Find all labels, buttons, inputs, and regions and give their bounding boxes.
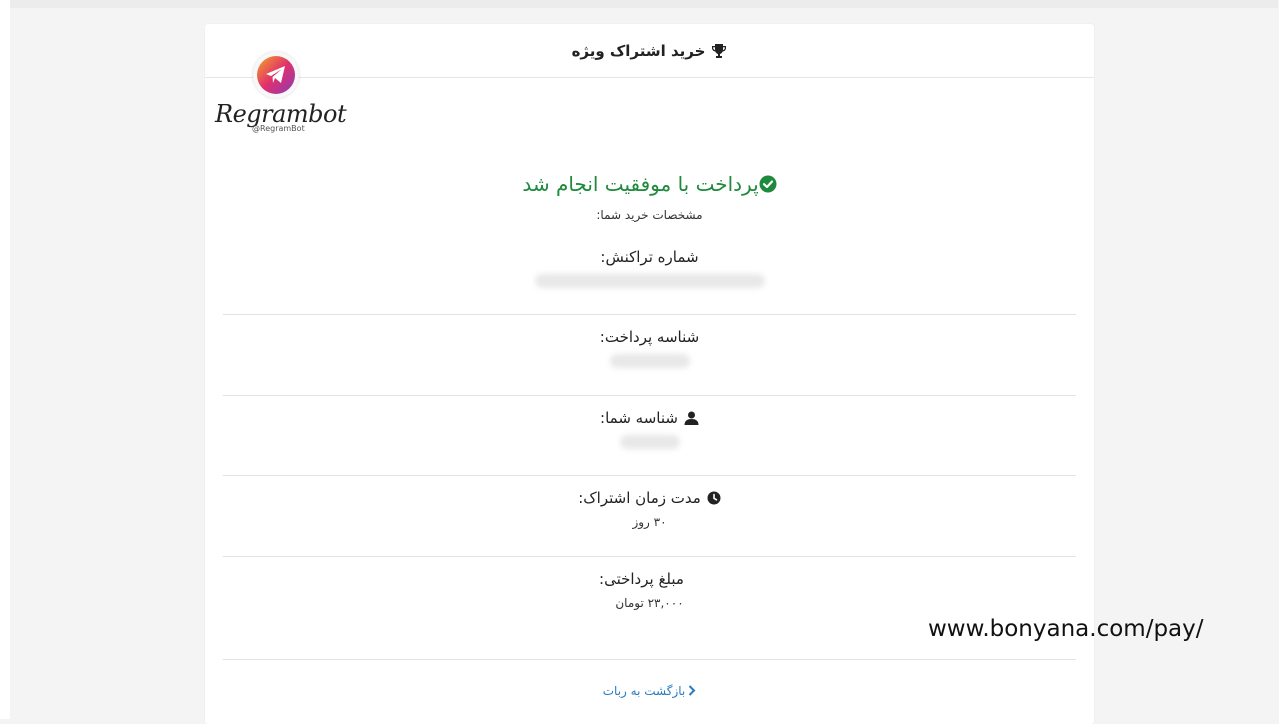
dollar-icon: $ [690,572,700,587]
payment-amount-label: مبلغ پرداختی: [599,570,684,588]
transaction-number-label: شماره تراکنش: [600,248,699,266]
payment-amount-value: ۲۳,۰۰۰ تومان [615,596,684,610]
check-circle-icon [759,175,777,193]
back-to-bot-link[interactable]: بازگشت به ربات [205,684,1094,698]
top-bar [10,0,1278,8]
page-title: خرید اشتراک ویژه [571,41,706,60]
redacted-value [609,354,690,368]
payment-id-label: شناسه پرداخت: [599,328,700,346]
purchase-details-subtitle: مشخصات خرید شما: [596,208,703,222]
divider [223,395,1076,396]
user-id-field: شناسه شما: [223,409,1076,452]
trophy-icon [712,43,727,58]
payment-id-value [223,354,1076,371]
clock-icon [707,491,721,505]
chevron-right-icon [689,685,696,696]
divider [223,475,1076,476]
watermark-url: www.bonyana.com/pay/ [928,616,1204,642]
subscription-duration-field: مدت زمان اشتراک: ۳۰ روز [223,489,1076,529]
logo-handle: @RegramBot [252,124,305,133]
transaction-number-field: شماره تراکنش: [223,248,1076,291]
telegram-plane-icon [266,66,285,83]
back-to-bot-label: بازگشت به ربات [602,684,686,698]
user-icon [684,411,699,425]
subscription-duration-label: مدت زمان اشتراک: [578,489,701,507]
regrambot-logo: Regrambot @RegramBot [215,52,347,152]
success-message: پرداخت با موفقیت انجام شد [205,172,1094,196]
success-text: پرداخت با موفقیت انجام شد [522,172,759,196]
transaction-number-value [223,274,1076,291]
divider [223,556,1076,557]
divider [223,314,1076,315]
left-edge-strip [0,0,10,719]
payment-amount-field: $ مبلغ پرداختی: ۲۳,۰۰۰ تومان [223,570,1076,610]
payment-id-field: شناسه پرداخت: [223,328,1076,371]
user-id-label: شناسه شما: [600,409,678,427]
user-id-value [223,435,1076,452]
logo-badge [253,52,299,98]
card-header: خرید اشتراک ویژه [205,24,1094,78]
divider [223,659,1076,660]
subscription-duration-value: ۳۰ روز [632,515,667,529]
redacted-value [619,435,680,449]
redacted-value [534,274,765,288]
